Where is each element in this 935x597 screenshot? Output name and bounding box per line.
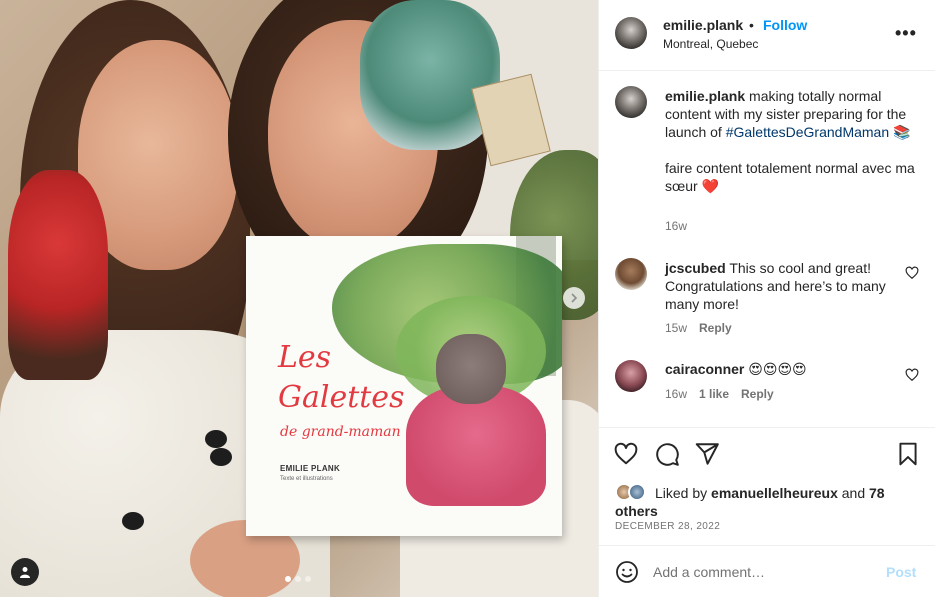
more-options-button[interactable]: ••• (895, 24, 917, 42)
add-comment-bar: Post (599, 545, 935, 597)
comment-username[interactable]: cairaconner (665, 361, 744, 377)
liked-by-middle: and (837, 485, 870, 501)
post-sidebar: emilie.plank • Follow Montreal, Quebec •… (598, 0, 935, 597)
sweater-dot (205, 430, 227, 448)
heart-emoji: ❤️ (701, 178, 719, 194)
bookmark-icon[interactable] (895, 441, 921, 467)
book-character-cape (406, 386, 546, 506)
doll-right (360, 0, 500, 150)
post-header: emilie.plank • Follow Montreal, Quebec •… (599, 0, 935, 71)
comment-age: 15w (665, 321, 688, 335)
avatar[interactable] (615, 86, 647, 118)
liked-by-user[interactable]: emanuellelheureux (711, 485, 838, 501)
likes-summary: Liked by emanuellelheureux and 78 others (615, 484, 915, 520)
heart-icon[interactable] (613, 441, 639, 467)
book-title-line-2: Galettes (278, 380, 405, 415)
avatar[interactable] (615, 258, 647, 290)
smiley-icon[interactable] (615, 560, 639, 584)
carousel-indicator (285, 576, 311, 582)
liked-by-prefix: Liked by (655, 485, 712, 501)
book-cover: Les Galettes de grand-maman EMILIE PLANK… (246, 236, 562, 536)
comment-like-icon[interactable] (905, 368, 919, 382)
sweater-dot (210, 448, 232, 466)
book-character-head (436, 334, 506, 404)
paper-plane-icon[interactable] (694, 441, 720, 467)
next-slide-button[interactable] (563, 287, 585, 309)
comment-body: 😍😍😍😍 (744, 361, 807, 377)
header-separator: • (749, 17, 754, 33)
hashtag-link[interactable]: #GalettesDeGrandMaman (726, 124, 889, 140)
caption-age: 16w (665, 219, 688, 233)
reply-button[interactable]: Reply (699, 321, 732, 335)
comment-likes-link[interactable]: 1 like (699, 387, 729, 401)
post-caption: emilie.plank making totally normal conte… (665, 87, 915, 195)
follow-button[interactable]: Follow (763, 17, 807, 33)
carousel-dot (295, 576, 301, 582)
post-actions: Liked by emanuellelheureux and 78 others… (599, 427, 935, 547)
comment-icon[interactable] (654, 441, 680, 467)
book-author: EMILIE PLANK (280, 464, 341, 473)
person-icon (20, 567, 30, 578)
chevron-right-icon (571, 293, 578, 303)
book-title-line-1: Les (278, 340, 332, 375)
comment-input[interactable] (653, 561, 873, 583)
location-link[interactable]: Montreal, Quebec (663, 37, 758, 51)
caption-username[interactable]: emilie.plank (665, 88, 745, 104)
avatar[interactable] (615, 360, 647, 392)
reply-button[interactable]: Reply (741, 387, 774, 401)
comment-age: 16w (665, 387, 688, 401)
carousel-dot (305, 576, 311, 582)
books-emoji: 📚 (893, 124, 911, 140)
doll-left (8, 170, 108, 380)
post-comment-button[interactable]: Post (886, 564, 916, 580)
comment-username[interactable]: jcscubed (665, 260, 726, 276)
comment-like-icon[interactable] (905, 266, 919, 280)
carousel-dot (285, 576, 291, 582)
book-subtitle: Texte et illustrations (280, 476, 333, 482)
author-username[interactable]: emilie.plank (663, 17, 743, 33)
user-tags-button[interactable] (11, 558, 39, 586)
sweater-dot (122, 512, 144, 530)
post-media[interactable]: Les Galettes de grand-maman EMILIE PLANK… (0, 0, 598, 597)
comment-text: cairaconner 😍😍😍😍 (665, 360, 895, 378)
comment-text: jcscubed This so cool and great! Congrat… (665, 259, 895, 313)
avatar[interactable] (615, 17, 647, 49)
post-date[interactable]: DECEMBER 28, 2022 (615, 521, 720, 532)
book-title-line-3: de grand-maman (280, 424, 401, 440)
